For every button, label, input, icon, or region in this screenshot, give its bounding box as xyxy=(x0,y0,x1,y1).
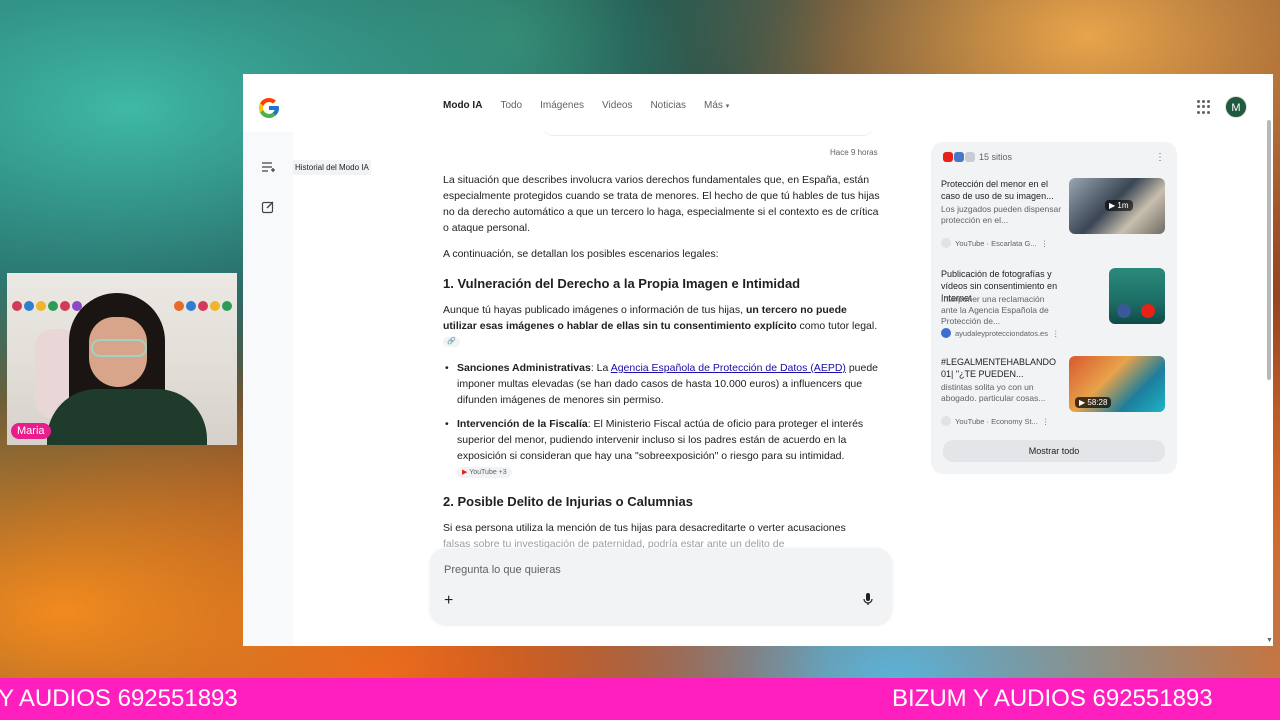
sources-header: 15 sitios xyxy=(943,152,1012,162)
message-timestamp: Hace 9 horas xyxy=(830,148,878,157)
google-logo-icon[interactable] xyxy=(257,96,281,120)
show-all-button[interactable]: Mostrar todo xyxy=(943,440,1165,462)
caret-down-icon: ▾ xyxy=(725,103,730,110)
section-2-title: 2. Posible Delito de Injurias o Calumnia… xyxy=(443,494,693,509)
ai-answer: La situación que describes involucra var… xyxy=(443,172,881,562)
history-icon[interactable] xyxy=(260,160,276,176)
sources-panel: 15 sitios ⋮ Protección del menor en el c… xyxy=(931,142,1177,474)
bullet-1-bold: Sanciones Administrativas xyxy=(457,362,591,374)
video-duration: 58:28 xyxy=(1087,398,1108,407)
source-favicon-icon xyxy=(941,238,951,248)
webcam-overlay xyxy=(7,273,237,445)
source-title[interactable]: Protección del menor en el caso de uso d… xyxy=(941,178,1063,202)
tab-mas[interactable]: Más ▾ xyxy=(704,100,729,111)
source-snippet: Interponer una reclamación ante la Agenc… xyxy=(941,294,1049,326)
video-duration-badge: ▶ 1m xyxy=(1105,200,1133,211)
section-1-text-start: Aunque tú hayas publicado imágenes o inf… xyxy=(443,304,746,316)
aepd-link[interactable]: Agencia Española de Protección de Datos … xyxy=(611,362,846,374)
lock-favicon-icon xyxy=(954,152,964,162)
source-name: YouTube · Economy St... xyxy=(955,416,1038,426)
previous-message-bubble xyxy=(543,126,873,136)
person-glasses xyxy=(91,339,147,357)
section-1-paragraph: Aunque tú hayas publicado imágenes o inf… xyxy=(443,302,881,350)
ticker-banner: Y AUDIOS 692551893 BIZUM Y AUDIOS 692551… xyxy=(0,678,1280,720)
new-chat-icon[interactable] xyxy=(260,200,276,216)
source-card[interactable]: #LEGALMENTEHABLANDO 01| "¿TE PUEDEN... d… xyxy=(941,356,1167,432)
source-footer: ayudaleyprotecciondatos.es ⋮ xyxy=(941,328,1059,338)
video-thumbnail[interactable]: ▶ 58:28 xyxy=(1069,356,1165,412)
video-duration-badge: ▶ 58:28 xyxy=(1075,397,1112,408)
more-options-icon[interactable]: ⋮ xyxy=(1155,152,1165,163)
video-thumbnail[interactable]: ▶ 1m xyxy=(1069,178,1165,234)
bullet-1-pre: : La xyxy=(590,362,611,374)
sources-count: 15 sitios xyxy=(979,152,1013,162)
history-tooltip: Historial del Modo IA xyxy=(293,160,371,175)
person-sweater xyxy=(47,389,207,445)
facebook-icon xyxy=(1117,304,1131,318)
youtube-chip-label: YouTube +3 xyxy=(469,468,507,476)
source-name: YouTube · Escarlata G... xyxy=(955,238,1037,248)
section-2-paragraph: Si esa persona utiliza la mención de tus… xyxy=(443,522,846,534)
video-duration: 1m xyxy=(1117,201,1129,210)
prompt-input-placeholder[interactable]: Pregunta lo que quieras xyxy=(444,564,561,576)
scroll-down-arrow-icon[interactable]: ▼ xyxy=(1266,637,1273,644)
tab-mas-label: Más xyxy=(704,100,723,111)
scale-favicon-icon xyxy=(965,152,975,162)
youtube-favicon-icon xyxy=(943,152,953,162)
tab-todo[interactable]: Todo xyxy=(500,100,522,111)
section-1-list: Sanciones Administrativas: La Agencia Es… xyxy=(443,360,881,480)
microphone-icon[interactable] xyxy=(863,592,873,609)
prompt-input-box[interactable]: Pregunta lo que quieras + xyxy=(430,548,892,624)
source-favicons xyxy=(943,152,975,162)
streamer-name-tag: Maria xyxy=(11,423,51,439)
youtube-icon: ▶ xyxy=(462,468,468,476)
tab-videos[interactable]: Videos xyxy=(602,100,632,111)
source-menu-icon[interactable]: ⋮ xyxy=(1052,329,1060,338)
tab-modo-ia[interactable]: Modo IA xyxy=(443,100,482,111)
apps-grid-icon[interactable] xyxy=(1197,100,1211,114)
tab-noticias[interactable]: Noticias xyxy=(650,100,686,111)
source-menu-icon[interactable]: ⋮ xyxy=(1042,417,1050,426)
user-avatar[interactable]: M xyxy=(1225,96,1247,118)
top-nav-tabs: Modo IA Todo Imágenes Videos Noticias Má… xyxy=(443,100,729,111)
ticker-text-right: BIZUM Y AUDIOS 692551893 xyxy=(892,685,1213,712)
source-title[interactable]: #LEGALMENTEHABLANDO 01| "¿TE PUEDEN... xyxy=(941,356,1063,380)
answer-lead: A continuación, se detallan los posibles… xyxy=(443,248,719,260)
add-attachment-icon[interactable]: + xyxy=(444,592,453,610)
ticker-text-left: Y AUDIOS 692551893 xyxy=(0,685,238,712)
tab-imagenes[interactable]: Imágenes xyxy=(540,100,584,111)
source-name: ayudaleyprotecciondatos.es xyxy=(955,328,1048,338)
browser-window: Modo IA Todo Imágenes Videos Noticias Má… xyxy=(243,74,1273,646)
source-footer: YouTube · Escarlata G... ⋮ xyxy=(941,238,1048,248)
section-1-title: 1. Vulneración del Derecho a la Propia I… xyxy=(443,276,801,291)
answer-intro: La situación que describes involucra var… xyxy=(443,174,880,234)
source-card[interactable]: Protección del menor en el caso de uso d… xyxy=(941,178,1167,254)
list-item-fiscalia: Intervención de la Fiscalía: El Minister… xyxy=(445,416,881,480)
article-thumbnail[interactable] xyxy=(1109,268,1165,324)
bullet-2-bold: Intervención de la Fiscalía xyxy=(457,418,588,430)
list-item-sanciones: Sanciones Administrativas: La Agencia Es… xyxy=(445,360,881,408)
source-footer: YouTube · Economy St... ⋮ xyxy=(941,416,1049,426)
source-snippet: distintas solita yo con un abogado. part… xyxy=(941,382,1046,403)
left-rail xyxy=(243,132,293,646)
youtube-source-chip[interactable]: ▶ YouTube +3 xyxy=(457,466,512,478)
lock-source-favicon-icon xyxy=(941,328,951,338)
source-snippet: Los juzgados pueden dispensar protección… xyxy=(941,204,1062,225)
vertical-scrollbar[interactable]: ▼ xyxy=(1265,114,1273,644)
link-chip-icon[interactable]: 🔗 xyxy=(443,337,460,348)
source-menu-icon[interactable]: ⋮ xyxy=(1041,239,1049,248)
source-favicon-icon xyxy=(941,416,951,426)
source-card[interactable]: Publicación de fotografías y vídeos sin … xyxy=(941,268,1167,344)
youtube-icon xyxy=(1141,304,1155,318)
scrollbar-thumb[interactable] xyxy=(1267,120,1271,380)
section-1-text-end: como tutor legal. xyxy=(796,320,878,332)
